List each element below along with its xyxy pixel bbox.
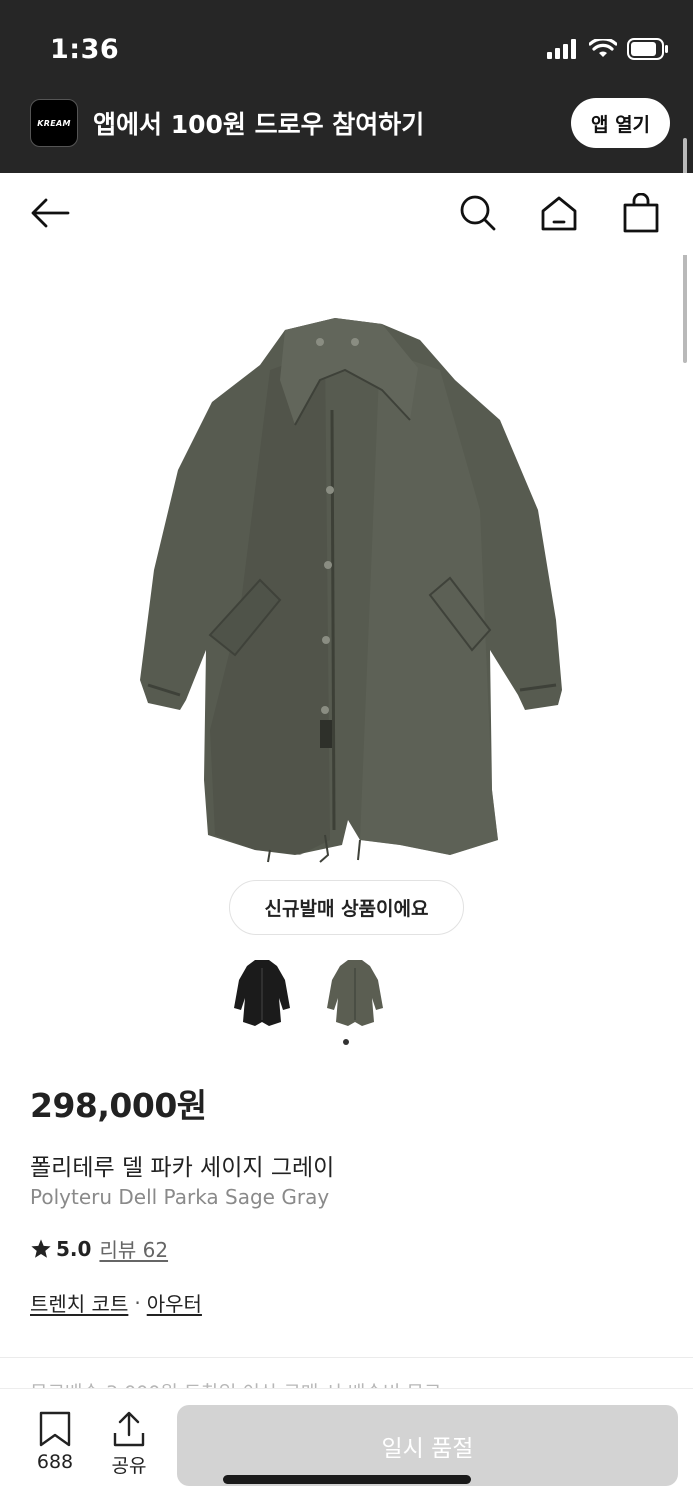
sold-out-button[interactable]: 일시 품절 — [177, 1405, 678, 1486]
nav-bar — [0, 173, 693, 255]
signal-icon — [547, 39, 576, 59]
thumbnail-sage-gray-image — [326, 960, 383, 1026]
cart-button[interactable] — [619, 191, 663, 235]
thumbnail-black[interactable] — [230, 958, 293, 1028]
product-image[interactable] — [120, 310, 570, 870]
category-link-trench-coat[interactable]: 트렌치 코트 — [30, 1288, 128, 1317]
battery-icon — [627, 38, 668, 60]
product-categories: 트렌치 코트 · 아우터 — [30, 1288, 202, 1317]
search-icon — [460, 195, 496, 231]
category-separator: · — [134, 1290, 141, 1315]
back-arrow-icon — [31, 198, 70, 228]
thumbnail-black-image — [233, 960, 290, 1026]
share-button[interactable]: 공유 — [99, 1411, 159, 1478]
bookmark-count: 688 — [36, 1451, 74, 1473]
status-icons — [547, 38, 669, 60]
selected-thumbnail-indicator — [343, 1039, 349, 1045]
rating-value: 5.0 — [56, 1236, 92, 1261]
bookmark-icon — [39, 1411, 71, 1447]
kream-app-logo: KREAM — [30, 99, 78, 147]
category-link-outer[interactable]: 아우터 — [147, 1288, 202, 1317]
share-label: 공유 — [111, 1455, 147, 1477]
home-icon — [541, 196, 577, 231]
wifi-icon — [589, 39, 617, 57]
home-button[interactable] — [537, 191, 581, 235]
bookmark-button[interactable]: 688 — [25, 1411, 85, 1473]
product-name-korean: 폴리테루 델 파카 세이지 그레이 — [30, 1155, 335, 1181]
new-release-badge: 신규발매 상품이에요 — [229, 880, 464, 935]
share-icon — [113, 1411, 145, 1447]
color-thumbnails — [230, 958, 386, 1028]
section-divider — [0, 1357, 693, 1358]
banner-text: 앱에서 100원 드로우 참여하기 — [93, 110, 425, 139]
thumbnail-sage-gray[interactable] — [323, 958, 386, 1028]
product-price: 298,000원 — [30, 1086, 207, 1125]
back-button[interactable] — [28, 191, 72, 235]
review-link[interactable]: 리뷰 62 — [99, 1234, 168, 1263]
status-time: 1:36 — [50, 34, 120, 65]
shopping-bag-icon — [623, 193, 659, 233]
status-bar: 1:36 — [0, 0, 693, 96]
product-name-english: Polyteru Dell Parka Sage Gray — [30, 1185, 330, 1209]
search-button[interactable] — [456, 191, 500, 235]
home-indicator[interactable] — [223, 1475, 471, 1484]
product-rating: 5.0 리뷰 62 — [30, 1234, 168, 1263]
open-app-button[interactable]: 앱 열기 — [571, 98, 670, 148]
app-download-banner[interactable]: KREAM 앱에서 100원 드로우 참여하기 앱 열기 — [0, 96, 693, 173]
star-icon — [31, 1238, 51, 1258]
